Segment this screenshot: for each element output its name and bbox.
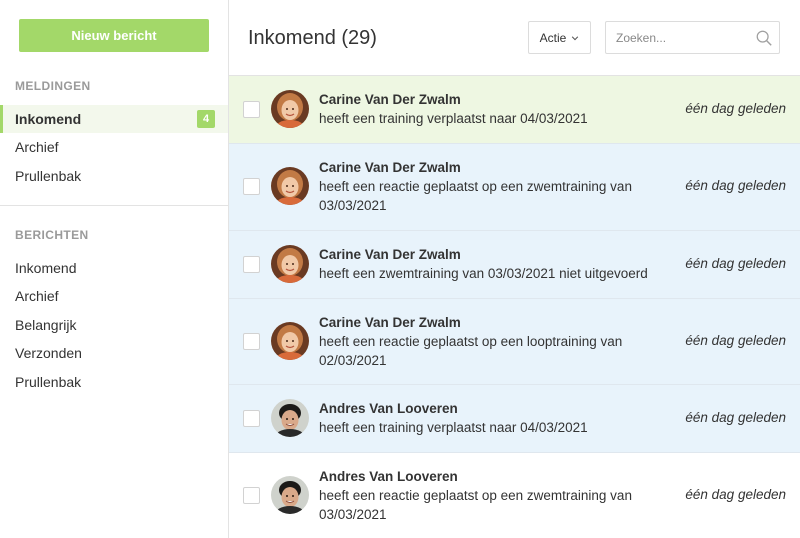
message-line: heeft een reactie geplaatst op een zwemt…: [319, 486, 669, 505]
sidebar-item-label: Prullenbak: [15, 374, 81, 390]
list-header: Inkomend (29) Actie: [229, 0, 800, 76]
sidebar-item-berichten-belangrijk[interactable]: Belangrijk: [0, 311, 228, 339]
search-input[interactable]: [606, 22, 751, 53]
timestamp: één dag geleden: [685, 101, 786, 116]
count-badge: 4: [197, 110, 215, 128]
chevron-down-icon: [571, 34, 579, 42]
sender-name: Andres Van Looveren: [319, 467, 669, 486]
row-content: Carine Van Der Zwalm heeft een training …: [319, 90, 669, 128]
woman-avatar-icon: [271, 245, 309, 283]
message-line-2: 03/03/2021: [319, 505, 669, 524]
row-checkbox[interactable]: [243, 178, 260, 195]
sidebar-item-label: Inkomend: [15, 111, 81, 127]
man-avatar-icon: [271, 476, 309, 514]
row-content: Carine Van Der Zwalm heeft een zwemtrain…: [319, 245, 669, 283]
timestamp: één dag geleden: [685, 178, 786, 193]
row-checkbox[interactable]: [243, 487, 260, 504]
list-item[interactable]: Carine Van Der Zwalm heeft een reactie g…: [229, 299, 800, 385]
sidebar-item-berichten-inkomend[interactable]: Inkomend: [0, 254, 228, 282]
message-line: heeft een training verplaatst naar 04/03…: [319, 109, 669, 128]
row-checkbox[interactable]: [243, 256, 260, 273]
message-line: heeft een training verplaatst naar 04/03…: [319, 418, 669, 437]
timestamp: één dag geleden: [685, 410, 786, 425]
sidebar-item-meldingen-prullenbak[interactable]: Prullenbak: [0, 162, 228, 190]
new-message-button[interactable]: Nieuw bericht: [19, 19, 209, 52]
sidebar-item-berichten-prullenbak[interactable]: Prullenbak: [0, 368, 228, 396]
sidebar-item-label: Inkomend: [15, 260, 76, 276]
timestamp: één dag geleden: [685, 333, 786, 348]
sidebar-item-label: Archief: [15, 139, 59, 155]
sidebar-item-berichten-verzonden[interactable]: Verzonden: [0, 339, 228, 367]
sidebar-item-label: Belangrijk: [15, 317, 76, 333]
sender-name: Andres Van Looveren: [319, 399, 669, 418]
sidebar-item-berichten-archief[interactable]: Archief: [0, 282, 228, 310]
row-checkbox[interactable]: [243, 101, 260, 118]
sidebar: Nieuw bericht MELDINGEN Inkomend 4 Archi…: [0, 0, 229, 538]
avatar: [271, 322, 309, 360]
sidebar-divider: [0, 205, 228, 206]
woman-avatar-icon: [271, 90, 309, 128]
section-title-meldingen: MELDINGEN: [15, 79, 91, 93]
row-checkbox[interactable]: [243, 410, 260, 427]
notification-list: Carine Van Der Zwalm heeft een training …: [229, 76, 800, 538]
row-content: Carine Van Der Zwalm heeft een reactie g…: [319, 158, 669, 215]
list-item[interactable]: Andres Van Looveren heeft een reactie ge…: [229, 453, 800, 538]
man-avatar-icon: [271, 399, 309, 437]
message-line: heeft een reactie geplaatst op een zwemt…: [319, 177, 669, 196]
sidebar-item-meldingen-archief[interactable]: Archief: [0, 133, 228, 161]
search-icon[interactable]: [755, 29, 773, 47]
row-checkbox[interactable]: [243, 333, 260, 350]
message-line-2: 03/03/2021: [319, 196, 669, 215]
list-item[interactable]: Carine Van Der Zwalm heeft een zwemtrain…: [229, 231, 800, 299]
sidebar-item-label: Archief: [15, 288, 59, 304]
avatar: [271, 476, 309, 514]
row-content: Carine Van Der Zwalm heeft een reactie g…: [319, 313, 669, 370]
row-content: Andres Van Looveren heeft een reactie ge…: [319, 467, 669, 524]
sender-name: Carine Van Der Zwalm: [319, 90, 669, 109]
sidebar-item-meldingen-inkomend[interactable]: Inkomend 4: [0, 105, 228, 133]
action-dropdown-label: Actie: [540, 31, 567, 45]
avatar: [271, 167, 309, 205]
timestamp: één dag geleden: [685, 256, 786, 271]
avatar: [271, 90, 309, 128]
section-title-berichten: BERICHTEN: [15, 228, 89, 242]
list-item[interactable]: Carine Van Der Zwalm heeft een reactie g…: [229, 144, 800, 231]
sender-name: Carine Van Der Zwalm: [319, 158, 669, 177]
sender-name: Carine Van Der Zwalm: [319, 245, 669, 264]
list-item[interactable]: Carine Van Der Zwalm heeft een training …: [229, 76, 800, 144]
sender-name: Carine Van Der Zwalm: [319, 313, 669, 332]
search-box: [605, 21, 780, 54]
message-line: heeft een zwemtraining van 03/03/2021 ni…: [319, 264, 669, 283]
sidebar-item-label: Verzonden: [15, 345, 82, 361]
avatar: [271, 399, 309, 437]
row-content: Andres Van Looveren heeft een training v…: [319, 399, 669, 437]
woman-avatar-icon: [271, 167, 309, 205]
message-line-2: 02/03/2021: [319, 351, 669, 370]
message-line: heeft een reactie geplaatst op een loopt…: [319, 332, 669, 351]
page-title: Inkomend (29): [248, 27, 377, 50]
sidebar-item-label: Prullenbak: [15, 168, 81, 184]
woman-avatar-icon: [271, 322, 309, 360]
timestamp: één dag geleden: [685, 487, 786, 502]
avatar: [271, 245, 309, 283]
list-item[interactable]: Andres Van Looveren heeft een training v…: [229, 385, 800, 453]
action-dropdown[interactable]: Actie: [528, 21, 591, 54]
